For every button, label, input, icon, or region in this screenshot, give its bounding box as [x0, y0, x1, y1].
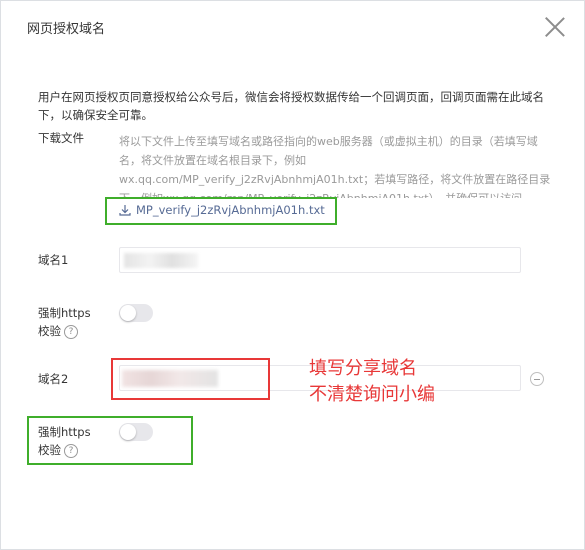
close-icon[interactable]: [542, 14, 568, 40]
help-icon[interactable]: ?: [64, 324, 78, 339]
highlight-download-box: [105, 197, 337, 225]
download-label: 下载文件: [38, 131, 84, 145]
domain1-input[interactable]: [119, 247, 521, 273]
redacted-value: [124, 253, 198, 268]
dialog-title: 网页授权域名: [27, 22, 106, 37]
toggle-knob: [120, 305, 136, 321]
download-description: 将以下文件上传至填写域名或路径指向的web服务器（或虚拟主机）的目录（若填写域名…: [119, 135, 551, 198]
annotation-text: 填写分享域名 不清楚询问小编: [309, 358, 435, 405]
force-https-1-label: 强制https 校验?: [38, 306, 91, 339]
intro-text: 用户在网页授权页同意授权给公众号后，微信会将授权数据传给一个回调页面，回调页面需…: [38, 90, 544, 122]
auth-domain-dialog: 网页授权域名 用户在网页授权页同意授权给公众号后，微信会将授权数据传给一个回调页…: [0, 0, 585, 550]
domain1-label: 域名1: [38, 253, 69, 267]
highlight-domain2-box: [111, 358, 270, 400]
force-https-1-toggle[interactable]: [119, 304, 153, 322]
domain2-label: 域名2: [38, 372, 69, 386]
remove-domain-icon[interactable]: [530, 372, 544, 386]
highlight-force-https-box: [27, 416, 193, 465]
